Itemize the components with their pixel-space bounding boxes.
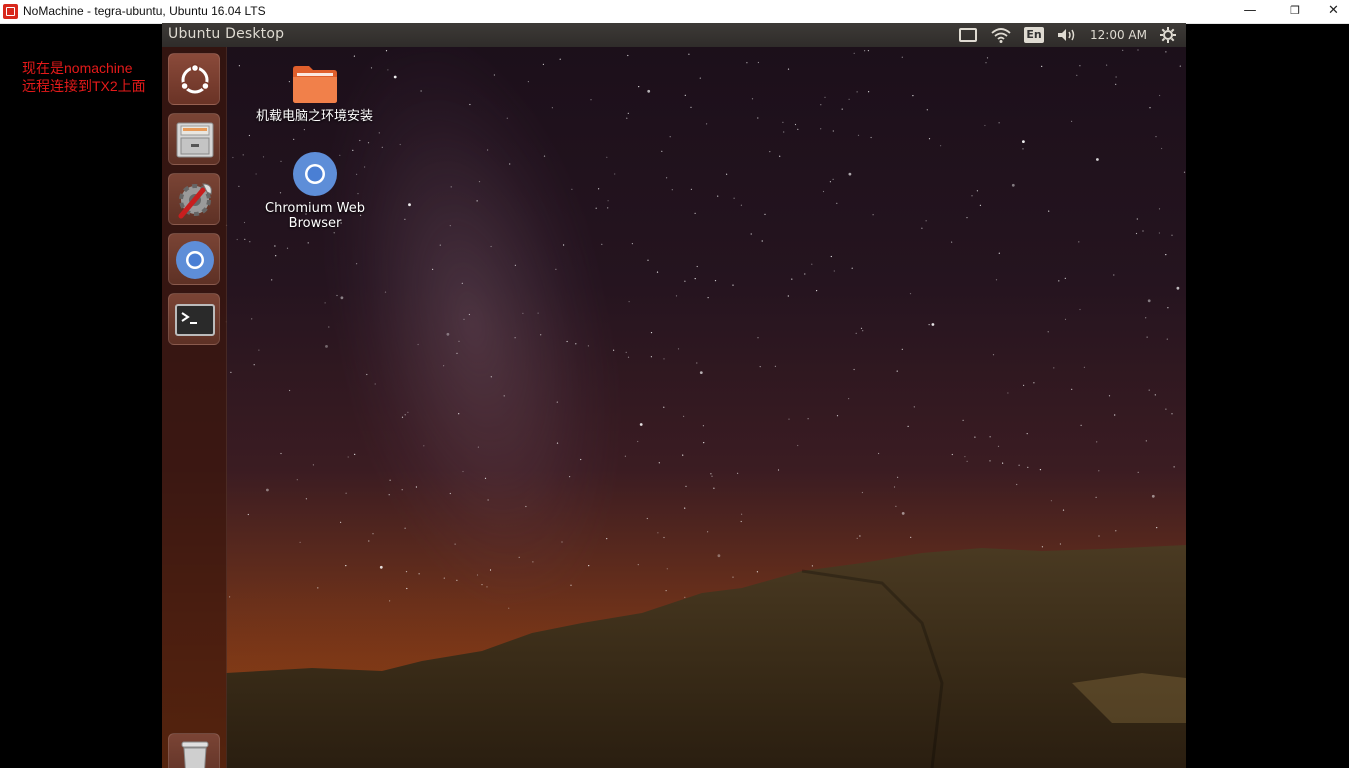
files-icon[interactable] bbox=[168, 113, 220, 165]
window-title: NoMachine - tegra-ubuntu, Ubuntu 16.04 L… bbox=[23, 4, 266, 18]
nomachine-icon[interactable] bbox=[958, 26, 978, 44]
window-titlebar: NoMachine - tegra-ubuntu, Ubuntu 16.04 L… bbox=[0, 0, 1349, 24]
annotation-note: 现在是nomachine 远程连接到TX2上面 bbox=[22, 59, 146, 95]
remote-desktop[interactable]: Ubuntu Desktop En 12:00 AM 机载电脑之环境安装 Chr… bbox=[162, 23, 1186, 768]
close-button[interactable]: ✕ bbox=[1318, 0, 1349, 23]
volume-icon[interactable] bbox=[1056, 26, 1078, 44]
wifi-icon[interactable] bbox=[990, 26, 1012, 44]
nomachine-app-icon bbox=[3, 4, 18, 19]
chromium-icon bbox=[293, 152, 337, 196]
desktop-chromium-item[interactable]: Chromium Web Browser bbox=[260, 151, 370, 231]
annotation-line-2: 远程连接到TX2上面 bbox=[22, 78, 146, 94]
folder-icon bbox=[292, 66, 337, 103]
restore-button[interactable]: ❐ bbox=[1272, 0, 1318, 23]
wallpaper-hill bbox=[226, 545, 1186, 768]
trash-icon[interactable] bbox=[168, 733, 220, 768]
top-panel: Ubuntu Desktop En 12:00 AM bbox=[162, 23, 1186, 47]
settings-gear-icon[interactable] bbox=[1159, 26, 1177, 44]
terminal-icon[interactable] bbox=[168, 293, 220, 345]
annotation-line-1: 现在是nomachine bbox=[22, 60, 133, 76]
unity-launcher bbox=[162, 47, 227, 768]
minimize-button[interactable]: — bbox=[1227, 0, 1273, 23]
desktop-folder-label: 机载电脑之环境安装 bbox=[255, 109, 373, 124]
ubuntu-dash-icon[interactable] bbox=[168, 53, 220, 105]
clock[interactable]: 12:00 AM bbox=[1090, 26, 1147, 44]
desktop-folder-item[interactable]: 机载电脑之环境安装 bbox=[252, 63, 377, 124]
desktop-chromium-label: Chromium Web Browser bbox=[265, 201, 365, 231]
keyboard-language-icon[interactable]: En bbox=[1024, 27, 1044, 43]
panel-title: Ubuntu Desktop bbox=[168, 26, 285, 42]
chromium-icon[interactable] bbox=[168, 233, 220, 285]
system-settings-icon[interactable] bbox=[168, 173, 220, 225]
